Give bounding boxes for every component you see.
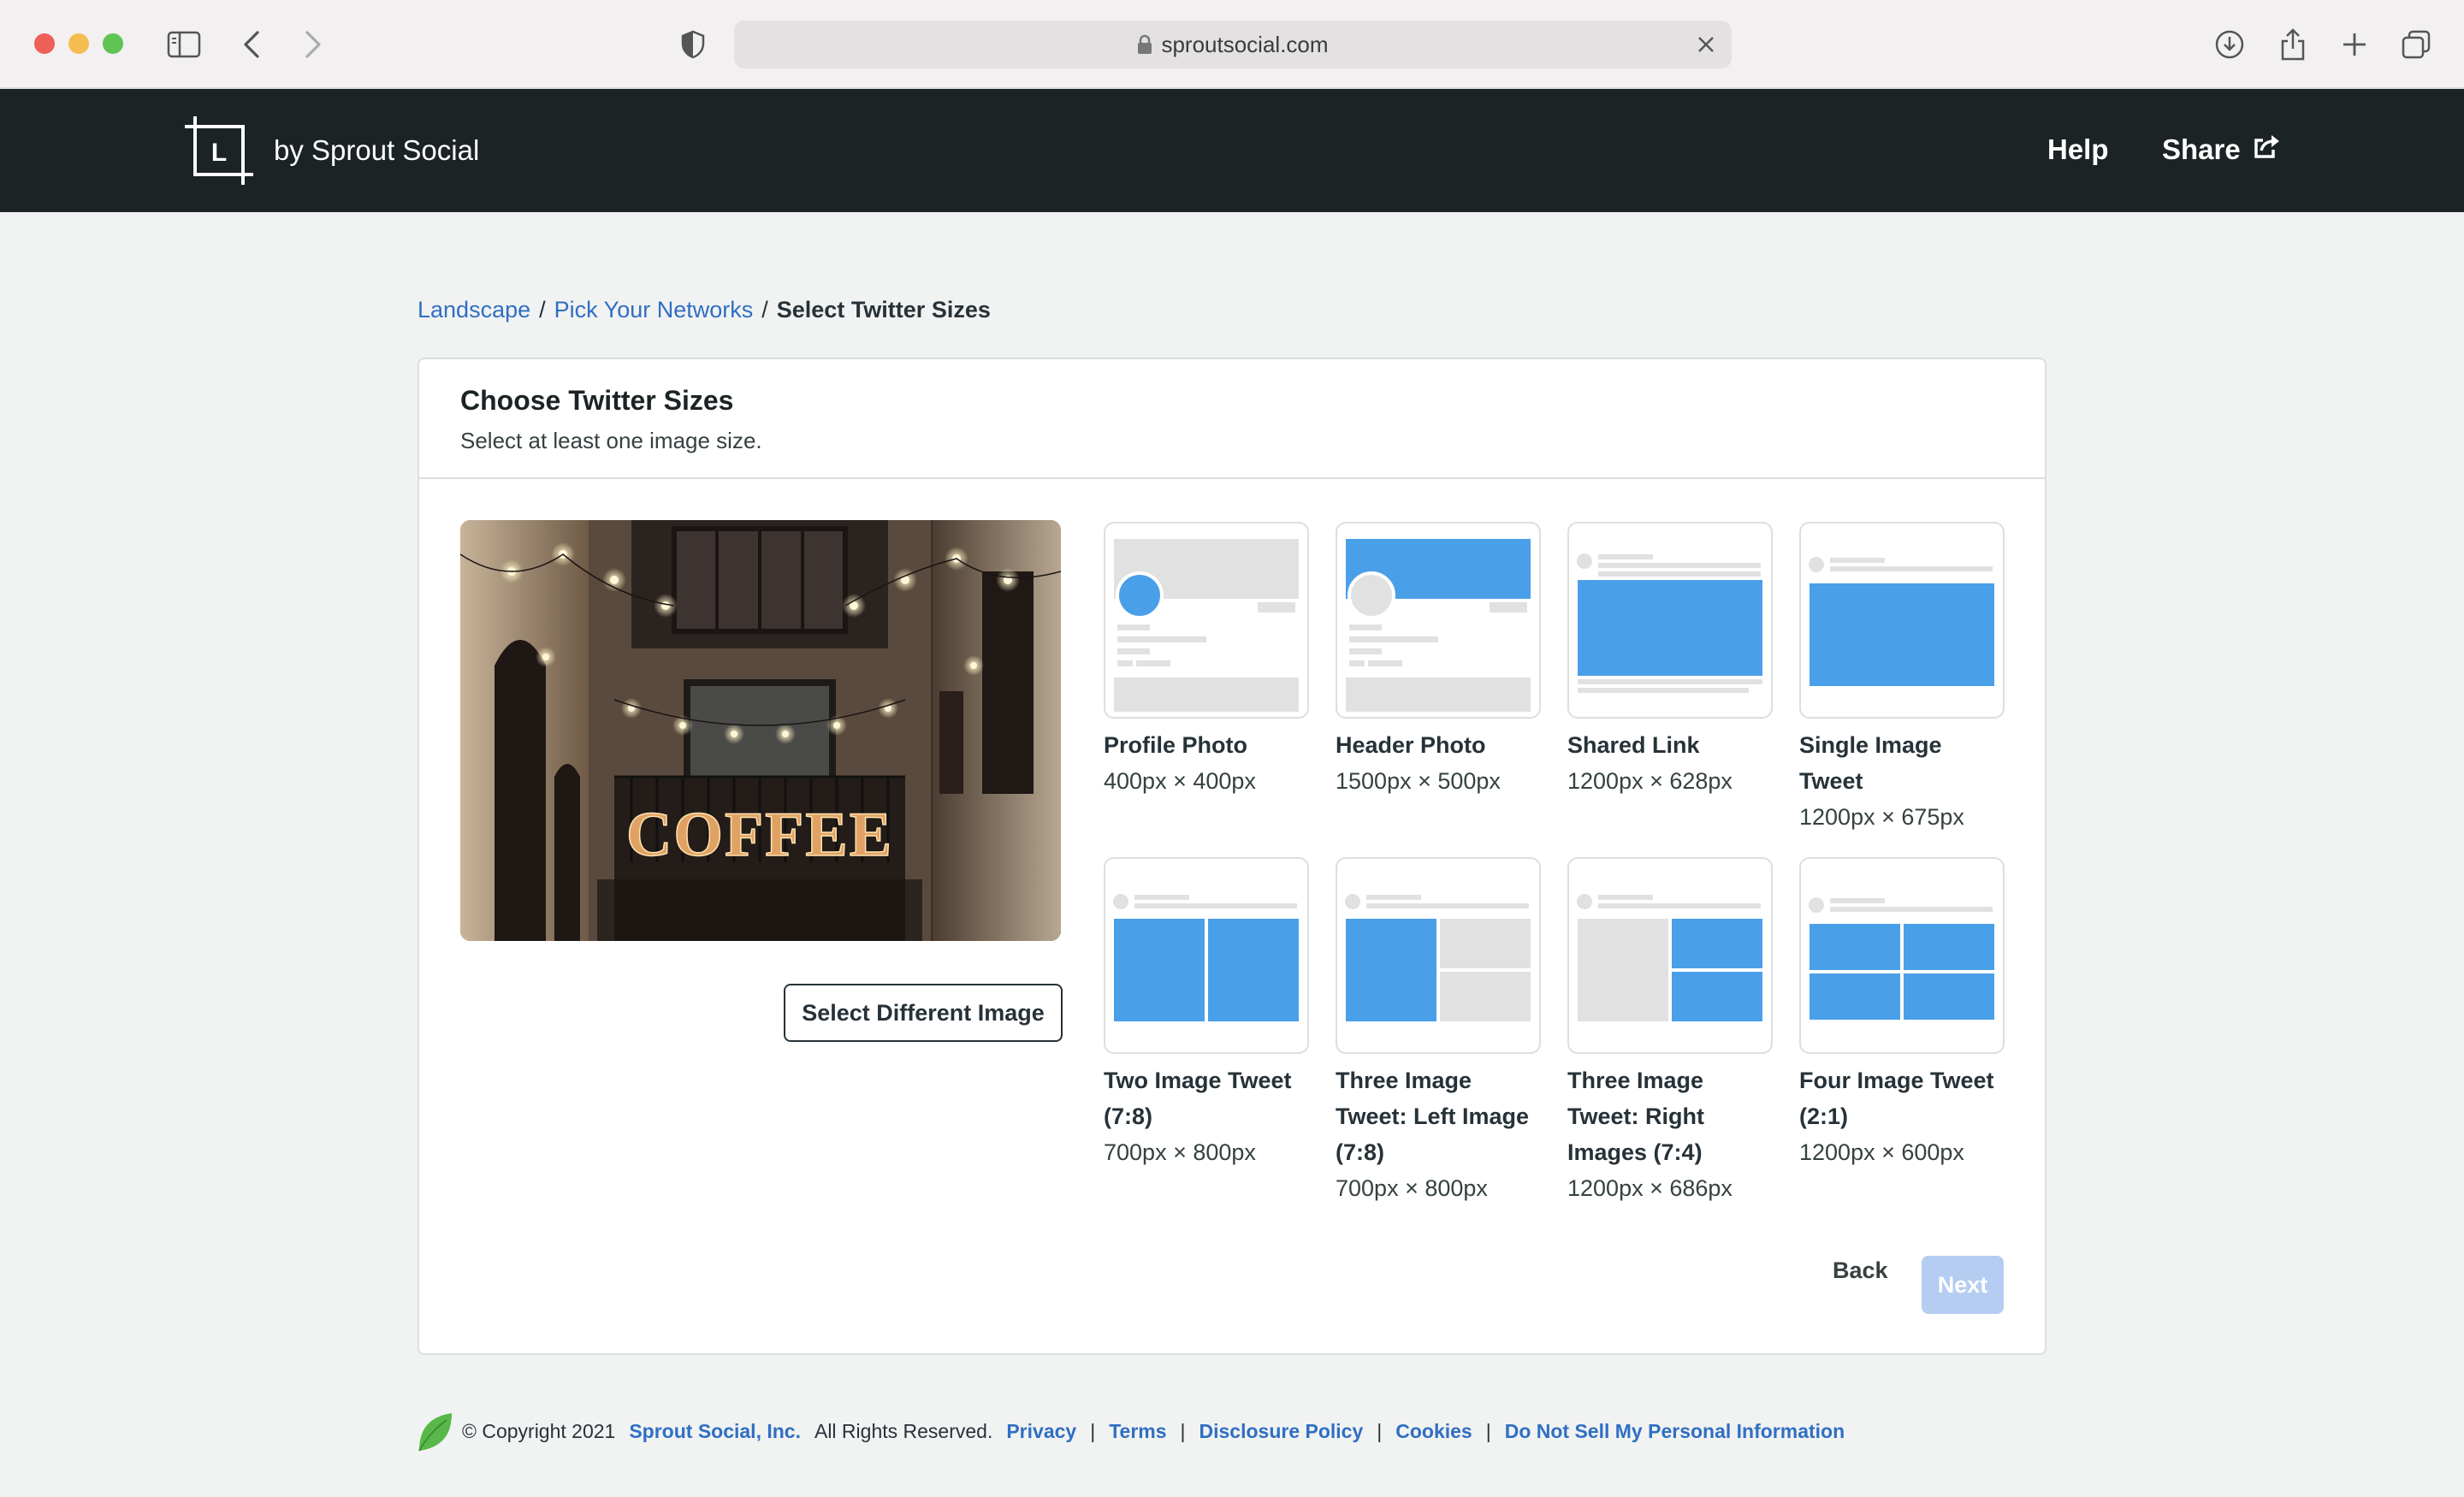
option-name: Shared Link	[1567, 732, 1700, 758]
sprout-leaf-icon	[418, 1410, 453, 1453]
footer-separator: |	[1180, 1419, 1186, 1442]
option-two-image-tweet[interactable]: Two Image Tweet (7:8) 700px × 800px	[1104, 857, 1309, 1170]
option-name: Two Image Tweet (7:8)	[1104, 1068, 1292, 1129]
help-link[interactable]: Help	[2047, 133, 2109, 166]
three-image-left-thumbnail	[1336, 857, 1541, 1054]
copyright-text: © Copyright 2021	[462, 1419, 616, 1442]
option-size: 1200px × 628px	[1567, 768, 1732, 794]
breadcrumb-separator: /	[539, 297, 546, 322]
breadcrumb-current: Select Twitter Sizes	[776, 297, 991, 322]
footer-link-disclosure[interactable]: Disclosure Policy	[1199, 1420, 1364, 1443]
new-tab-icon[interactable]	[2336, 26, 2373, 63]
option-header-photo[interactable]: Header Photo 1500px × 500px	[1336, 522, 1541, 799]
option-size: 1200px × 686px	[1567, 1175, 1732, 1201]
card-header: Choose Twitter Sizes Select at least one…	[419, 359, 2045, 479]
option-name: Three Image Tweet: Left Image (7:8)	[1336, 1068, 1530, 1165]
card-title: Choose Twitter Sizes	[460, 385, 734, 416]
footer-link-do-not-sell[interactable]: Do Not Sell My Personal Information	[1505, 1420, 1845, 1443]
browser-toolbar: sproutsocial.com	[0, 0, 2464, 89]
preview-coffee-sign: COFFEE	[626, 800, 893, 870]
tab-overview-icon[interactable]	[2397, 26, 2435, 63]
option-shared-link[interactable]: Shared Link 1200px × 628px	[1567, 522, 1773, 799]
lock-icon	[1137, 34, 1152, 55]
footer-separator: |	[1090, 1419, 1096, 1442]
twitter-sizes-card: Choose Twitter Sizes Select at least one…	[418, 358, 2046, 1355]
brand-name[interactable]: by Sprout Social	[274, 134, 479, 167]
svg-text:L: L	[211, 139, 227, 167]
two-image-tweet-thumbnail	[1104, 857, 1309, 1054]
uploaded-image-preview: COFFEE	[460, 520, 1061, 941]
breadcrumb-pick-networks[interactable]: Pick Your Networks	[554, 297, 754, 323]
option-name: Three Image Tweet: Right Images (7:4)	[1567, 1068, 1704, 1165]
profile-photo-thumbnail	[1104, 522, 1309, 719]
card-subtitle: Select at least one image size.	[460, 428, 762, 453]
option-size: 700px × 800px	[1336, 1175, 1488, 1201]
option-size: 1500px × 500px	[1336, 768, 1501, 794]
external-share-icon	[2253, 133, 2280, 166]
breadcrumb-landscape[interactable]: Landscape	[418, 297, 530, 323]
option-name: Four Image Tweet (2:1)	[1799, 1068, 1994, 1129]
option-size: 700px × 800px	[1104, 1139, 1256, 1165]
select-different-image-button[interactable]: Select Different Image	[784, 984, 1063, 1042]
url-text: sproutsocial.com	[1161, 31, 1329, 57]
option-profile-photo[interactable]: Profile Photo 400px × 400px	[1104, 522, 1309, 799]
option-three-image-right[interactable]: Three Image Tweet: Right Images (7:4) 12…	[1567, 857, 1773, 1206]
privacy-shield-icon[interactable]	[674, 26, 712, 63]
forward-arrow-icon[interactable]	[294, 26, 332, 63]
option-name: Single Image Tweet	[1799, 732, 1942, 794]
downloads-icon[interactable]	[2211, 26, 2248, 63]
option-single-image-tweet[interactable]: Single Image Tweet 1200px × 675px	[1799, 522, 2005, 835]
shared-link-thumbnail	[1567, 522, 1773, 719]
zoom-window-button[interactable]	[103, 33, 123, 54]
company-link[interactable]: Sprout Social, Inc.	[629, 1420, 801, 1443]
sidebar-toggle-icon[interactable]	[165, 26, 203, 63]
header-photo-thumbnail	[1336, 522, 1541, 719]
footer-link-privacy[interactable]: Privacy	[1006, 1420, 1076, 1443]
address-bar[interactable]: sproutsocial.com	[734, 21, 1732, 68]
option-four-image-tweet[interactable]: Four Image Tweet (2:1) 1200px × 600px	[1799, 857, 2005, 1170]
footer-separator: |	[1485, 1419, 1491, 1442]
footer-separator: |	[1377, 1419, 1383, 1442]
single-image-tweet-thumbnail	[1799, 522, 2005, 719]
page-footer: © Copyright 2021 Sprout Social, Inc. All…	[418, 1410, 1845, 1453]
footer-link-cookies[interactable]: Cookies	[1395, 1420, 1472, 1443]
four-image-tweet-thumbnail	[1799, 857, 2005, 1054]
option-name: Profile Photo	[1104, 732, 1247, 758]
option-size: 400px × 400px	[1104, 768, 1256, 794]
minimize-window-button[interactable]	[68, 33, 89, 54]
three-image-right-thumbnail	[1567, 857, 1773, 1054]
rights-text: All Rights Reserved.	[814, 1419, 993, 1442]
option-name: Header Photo	[1336, 732, 1486, 758]
next-button[interactable]: Next	[1922, 1256, 2004, 1314]
option-size: 1200px × 675px	[1799, 804, 1964, 830]
clear-url-icon[interactable]	[1692, 31, 1720, 58]
footer-link-terms[interactable]: Terms	[1109, 1420, 1166, 1443]
option-three-image-left[interactable]: Three Image Tweet: Left Image (7:8) 700p…	[1336, 857, 1541, 1206]
back-arrow-icon[interactable]	[233, 26, 270, 63]
breadcrumb-separator: /	[761, 297, 768, 322]
back-button[interactable]: Back	[1833, 1257, 1888, 1284]
landscape-logo-icon[interactable]: L	[183, 115, 255, 186]
close-window-button[interactable]	[34, 33, 55, 54]
share-sheet-icon[interactable]	[2274, 26, 2312, 63]
breadcrumb: Landscape / Pick Your Networks / Select …	[418, 297, 991, 323]
option-size: 1200px × 600px	[1799, 1139, 1964, 1165]
app-header: L by Sprout Social Help Share	[0, 89, 2464, 212]
share-label: Share	[2162, 133, 2241, 165]
share-link[interactable]: Share	[2162, 133, 2280, 166]
